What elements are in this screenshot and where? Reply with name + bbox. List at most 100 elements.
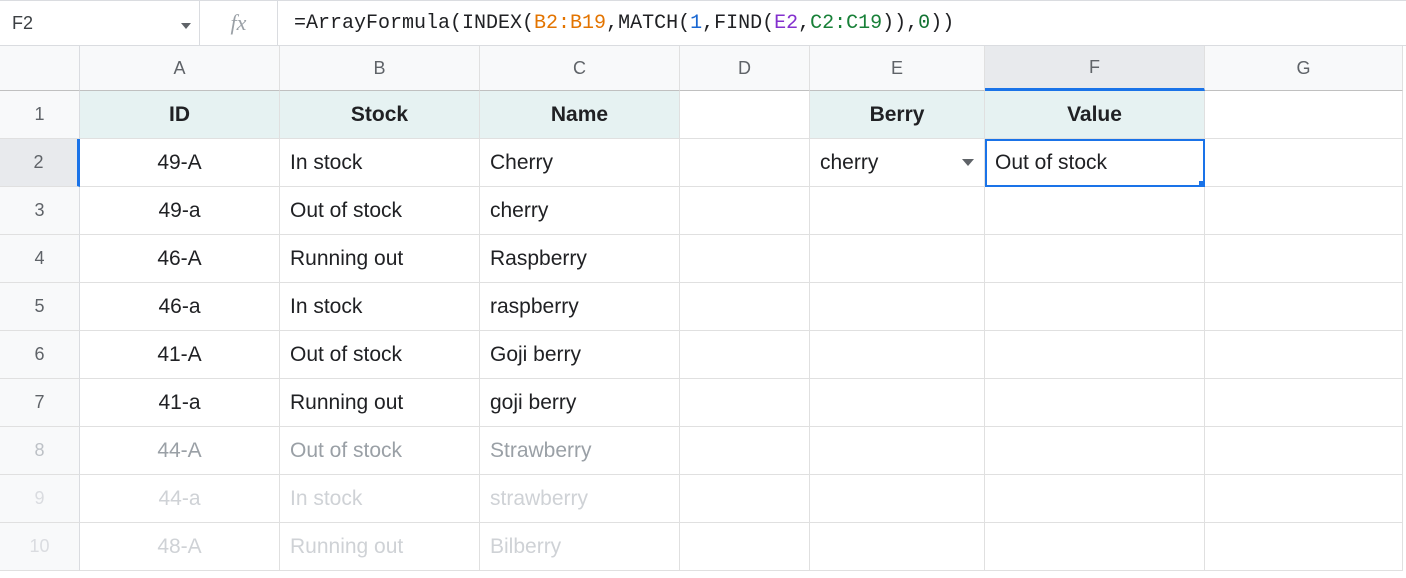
column-header[interactable]: F bbox=[985, 46, 1205, 91]
row-header[interactable]: 5 bbox=[0, 283, 80, 331]
cell[interactable] bbox=[1205, 427, 1403, 475]
cell[interactable]: Bilberry bbox=[480, 523, 680, 571]
cell[interactable] bbox=[985, 187, 1205, 235]
cell[interactable] bbox=[810, 331, 985, 379]
cell[interactable]: 44-a bbox=[80, 475, 280, 523]
cell[interactable] bbox=[680, 235, 810, 283]
cell[interactable] bbox=[680, 475, 810, 523]
row-header[interactable]: 2 bbox=[0, 139, 80, 187]
cell[interactable] bbox=[985, 283, 1205, 331]
cell[interactable] bbox=[1205, 91, 1403, 139]
cell[interactable]: In stock bbox=[280, 475, 480, 523]
cell[interactable]: goji berry bbox=[480, 379, 680, 427]
cell[interactable]: Raspberry bbox=[480, 235, 680, 283]
column-header[interactable]: G bbox=[1205, 46, 1403, 91]
column-header[interactable]: E bbox=[810, 46, 985, 91]
cell[interactable] bbox=[680, 187, 810, 235]
row-header[interactable]: 10 bbox=[0, 523, 80, 571]
cell[interactable] bbox=[810, 523, 985, 571]
cell[interactable]: 46-A bbox=[80, 235, 280, 283]
name-box[interactable]: F2 bbox=[0, 1, 200, 45]
cell[interactable] bbox=[1205, 523, 1403, 571]
cell[interactable] bbox=[680, 331, 810, 379]
column-header[interactable]: A bbox=[80, 46, 280, 91]
cell[interactable]: Cherry bbox=[480, 139, 680, 187]
cell[interactable] bbox=[680, 379, 810, 427]
cell[interactable] bbox=[680, 139, 810, 187]
cell[interactable] bbox=[1205, 331, 1403, 379]
header-name[interactable]: Name bbox=[480, 91, 680, 139]
active-cell[interactable]: Out of stock bbox=[985, 139, 1205, 187]
dropdown-value: cherry bbox=[820, 151, 878, 175]
table-row: 41-A Out of stock Goji berry bbox=[80, 331, 1406, 379]
header-stock[interactable]: Stock bbox=[280, 91, 480, 139]
cell[interactable]: strawberry bbox=[480, 475, 680, 523]
header-id[interactable]: ID bbox=[80, 91, 280, 139]
table-row: 44-a In stock strawberry bbox=[80, 475, 1406, 523]
table-row: 41-a Running out goji berry bbox=[80, 379, 1406, 427]
cell[interactable]: Goji berry bbox=[480, 331, 680, 379]
cell[interactable]: Out of stock bbox=[280, 427, 480, 475]
row-header[interactable]: 9 bbox=[0, 475, 80, 523]
cell[interactable] bbox=[1205, 187, 1403, 235]
cell[interactable] bbox=[1205, 379, 1403, 427]
cell[interactable] bbox=[680, 523, 810, 571]
cell[interactable] bbox=[810, 475, 985, 523]
cell[interactable] bbox=[985, 427, 1205, 475]
column-header[interactable]: B bbox=[280, 46, 480, 91]
cell[interactable] bbox=[680, 283, 810, 331]
cell[interactable] bbox=[1205, 283, 1403, 331]
cell[interactable]: 44-A bbox=[80, 427, 280, 475]
cell[interactable]: Running out bbox=[280, 235, 480, 283]
cell[interactable]: 41-A bbox=[80, 331, 280, 379]
formula-bar: F2 fx =ArrayFormula(INDEX(B2:B19,MATCH(1… bbox=[0, 0, 1406, 46]
cell[interactable] bbox=[680, 91, 810, 139]
cell[interactable]: raspberry bbox=[480, 283, 680, 331]
formula-input[interactable]: =ArrayFormula(INDEX(B2:B19,MATCH(1,FIND(… bbox=[278, 1, 1406, 45]
row-header[interactable]: 1 bbox=[0, 91, 80, 139]
column-header[interactable]: D bbox=[680, 46, 810, 91]
header-berry[interactable]: Berry bbox=[810, 91, 985, 139]
cell[interactable]: In stock bbox=[280, 283, 480, 331]
cell[interactable]: Strawberry bbox=[480, 427, 680, 475]
cell[interactable] bbox=[985, 331, 1205, 379]
cell[interactable] bbox=[1205, 139, 1403, 187]
cell[interactable] bbox=[810, 427, 985, 475]
cell[interactable] bbox=[810, 379, 985, 427]
cell[interactable] bbox=[1205, 475, 1403, 523]
row-header[interactable]: 8 bbox=[0, 427, 80, 475]
cell[interactable]: Running out bbox=[280, 379, 480, 427]
cell[interactable] bbox=[985, 235, 1205, 283]
column-header-row: A B C D E F G bbox=[80, 46, 1406, 91]
fx-icon[interactable]: fx bbox=[200, 1, 278, 45]
name-box-value: F2 bbox=[12, 13, 33, 34]
cell[interactable] bbox=[680, 427, 810, 475]
cell[interactable] bbox=[985, 379, 1205, 427]
cell[interactable] bbox=[810, 187, 985, 235]
cell[interactable] bbox=[985, 523, 1205, 571]
cell[interactable]: 46-a bbox=[80, 283, 280, 331]
cell[interactable]: 49-A bbox=[80, 139, 280, 187]
row-header[interactable]: 3 bbox=[0, 187, 80, 235]
cell[interactable]: 41-a bbox=[80, 379, 280, 427]
header-value[interactable]: Value bbox=[985, 91, 1205, 139]
cell[interactable]: Out of stock bbox=[280, 187, 480, 235]
cell[interactable]: Out of stock bbox=[280, 331, 480, 379]
table-row: 49-a Out of stock cherry bbox=[80, 187, 1406, 235]
row-header[interactable]: 6 bbox=[0, 331, 80, 379]
cell[interactable]: 49-a bbox=[80, 187, 280, 235]
cell[interactable] bbox=[810, 283, 985, 331]
dropdown-cell[interactable]: cherry bbox=[810, 139, 985, 187]
cell[interactable]: Running out bbox=[280, 523, 480, 571]
cell[interactable] bbox=[985, 475, 1205, 523]
column-header[interactable]: C bbox=[480, 46, 680, 91]
row-header[interactable]: 4 bbox=[0, 235, 80, 283]
cell[interactable]: 48-A bbox=[80, 523, 280, 571]
cell[interactable] bbox=[1205, 235, 1403, 283]
select-all-corner[interactable] bbox=[0, 46, 80, 91]
grid-body: A B C D E F G ID Stock Name Berry Value … bbox=[80, 46, 1406, 571]
cell[interactable]: In stock bbox=[280, 139, 480, 187]
cell[interactable] bbox=[810, 235, 985, 283]
row-header[interactable]: 7 bbox=[0, 379, 80, 427]
cell[interactable]: cherry bbox=[480, 187, 680, 235]
